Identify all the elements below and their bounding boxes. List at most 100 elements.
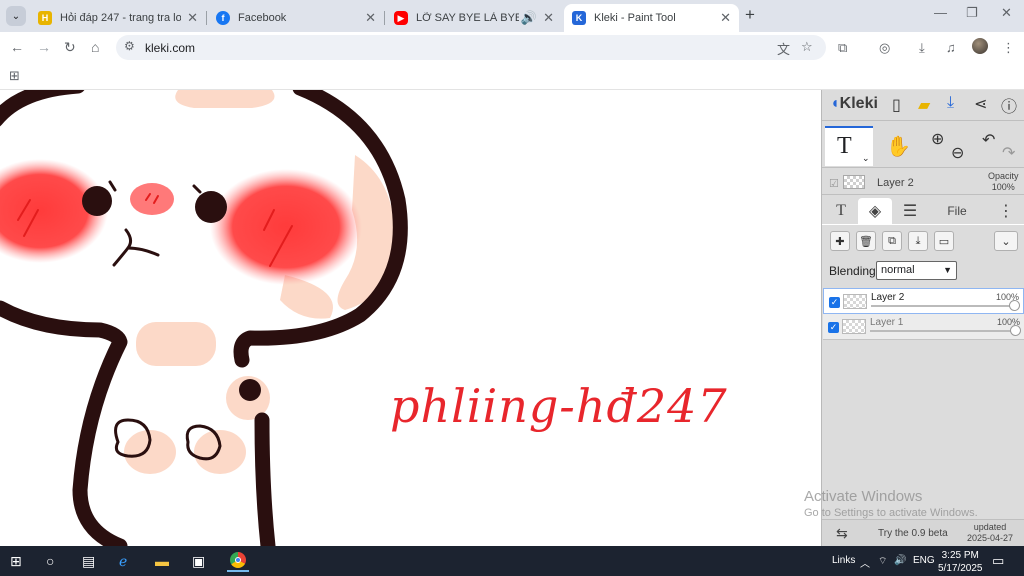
back-icon[interactable]: ← (10, 39, 24, 55)
expand-button[interactable]: ⌄ (994, 231, 1018, 251)
windows-start-icon[interactable]: ⊞ (10, 552, 22, 570)
notifications-icon[interactable]: ▭ (992, 553, 1004, 569)
file-explorer-icon[interactable]: ▬ (155, 552, 169, 570)
lens-icon[interactable]: ◎ (879, 40, 890, 56)
blush-right (210, 169, 362, 285)
volume-icon[interactable]: 🔊 (894, 555, 906, 566)
text-tool-icon: T (837, 133, 852, 159)
help-icon[interactable]: ⓘ (1001, 93, 1017, 117)
close-tab-icon[interactable]: ✕ (720, 10, 731, 26)
tab-adjustments[interactable]: ☰ (894, 198, 926, 224)
swap-side-icon[interactable]: ⇆ (836, 525, 848, 542)
layer-visible-checkbox[interactable]: ✓ (829, 297, 840, 308)
layer-visible-checkbox[interactable]: ☑ (829, 177, 839, 190)
close-tab-icon[interactable]: ✕ (187, 10, 198, 26)
character-outline (0, 90, 408, 546)
layers-icon: ◈ (868, 203, 882, 220)
layer-row-layer-1[interactable]: ✓ Layer 1 100% (823, 314, 1024, 340)
panel-footer: ⇆ Try the 0.9 beta updated 2025-04-27 (822, 519, 1024, 546)
tab-youtube[interactable]: ▶ LỠ SAY BYE LÀ BYE | LEMESE 🔊 ✕ (386, 4, 562, 32)
taskbar-clock[interactable]: 3:25 PM 5/17/2025 (938, 549, 983, 575)
store-icon[interactable]: ▣ (192, 552, 205, 570)
delete-layer-button[interactable]: 🗑 (856, 231, 876, 251)
tab-hoidap[interactable]: H Hỏi đáp 247 - trang tra loi ✕ (30, 4, 207, 32)
open-folder-icon[interactable]: ▰ (918, 95, 930, 115)
tab-search-dropdown-icon[interactable]: ⌄ (6, 6, 26, 26)
chrome-taskbar-icon[interactable] (227, 550, 249, 572)
current-layer-thumbnail (843, 175, 865, 189)
url-text[interactable]: kleki.com (145, 41, 195, 55)
undo-icon[interactable]: ↶ (982, 130, 995, 150)
home-icon[interactable]: ⌂ (91, 39, 99, 55)
rename-layer-button[interactable]: ▭ (934, 231, 954, 251)
kleki-logo-icon: ◖ (830, 95, 840, 112)
profile-avatar[interactable] (972, 38, 988, 54)
text-tool-tab[interactable]: T ⌄ (825, 126, 873, 166)
merge-down-button[interactable]: ⤓ (908, 231, 928, 251)
media-control-icon[interactable]: ♫ (946, 40, 956, 55)
try-beta-link[interactable]: Try the 0.9 beta (878, 528, 948, 539)
restore-icon[interactable]: ❐ (966, 5, 978, 21)
input-language[interactable]: ENG (913, 555, 935, 566)
wifi-icon[interactable]: ⌔ (878, 555, 887, 568)
apps-grid-icon[interactable]: ⊞ (9, 68, 20, 84)
add-layer-button[interactable]: ✚ (830, 231, 850, 251)
task-view-icon[interactable]: ▤ (82, 552, 95, 570)
download-icon[interactable]: ⤓ (919, 40, 925, 56)
tab-kleki[interactable]: K Kleki - Paint Tool ✕ (564, 4, 739, 32)
new-tab-icon[interactable]: + (745, 5, 755, 25)
address-bar[interactable]: ⚙ kleki.com 文 ☆ (116, 35, 826, 60)
redo-icon[interactable]: ↷ (1002, 143, 1015, 163)
duplicate-layer-button[interactable]: ⧉ (882, 231, 902, 251)
activate-windows-watermark: Activate Windows Go to Settings to activ… (804, 488, 978, 519)
chevron-down-icon[interactable]: ⌄ (862, 153, 870, 164)
blending-select[interactable]: normal ▼ (876, 261, 957, 280)
site-info-icon[interactable]: ⚙ (124, 39, 135, 53)
tab-facebook[interactable]: f Facebook ✕ (208, 4, 385, 32)
layer-thumbnail (842, 319, 866, 334)
share-icon[interactable]: ⋖ (974, 94, 987, 114)
audio-playing-icon[interactable]: 🔊 (521, 10, 537, 26)
opacity-slider[interactable] (871, 305, 1015, 307)
zoom-in-icon[interactable]: ⊕ (931, 129, 944, 149)
kleki-icon: K (572, 11, 586, 25)
canvas-artwork: phliing-hđ247 (0, 90, 727, 546)
drawing-canvas[interactable]: phliing-hđ247 (0, 90, 821, 546)
save-download-icon[interactable]: ⤓ (947, 94, 954, 112)
more-menu-icon[interactable]: ⋮ (994, 198, 1018, 224)
search-icon[interactable]: ○ (46, 552, 54, 570)
minimize-icon[interactable]: — (934, 5, 947, 20)
tray-chevron-icon[interactable]: ︿ (860, 555, 870, 570)
opacity-slider[interactable] (870, 330, 1016, 332)
close-tab-icon[interactable]: ✕ (543, 10, 554, 26)
head-patch (175, 90, 275, 108)
menu-kebab-icon[interactable]: ⋮ (1002, 40, 1015, 56)
translate-icon[interactable]: 文 (777, 39, 790, 58)
layer-visible-checkbox[interactable]: ✓ (828, 322, 839, 333)
bookmark-star-icon[interactable]: ☆ (801, 39, 813, 55)
close-tab-icon[interactable]: ✕ (365, 10, 376, 26)
windows-taskbar: ⊞ ○ ▤ ℯ ▬ ▣ Links ︿ ⌔ 🔊 ENG 3:25 PM 5/17… (0, 546, 1024, 576)
current-layer-name: Layer 2 (877, 177, 914, 189)
close-window-icon[interactable]: ✕ (1001, 5, 1012, 21)
links-toolbar[interactable]: Links (832, 555, 855, 566)
extensions-icon[interactable]: ⧉ (838, 40, 847, 56)
kleki-logo[interactable]: ◖Kleki (830, 95, 878, 113)
plus-icon: ✚ (835, 235, 845, 248)
layer-thumbnail (843, 294, 867, 309)
layer-row-layer-2[interactable]: ✓ Layer 2 100% (823, 288, 1024, 314)
new-image-icon[interactable]: ▯ (892, 95, 901, 115)
tab-file[interactable]: File (928, 198, 986, 224)
forward-icon[interactable]: → (37, 39, 51, 55)
opacity-slider-knob[interactable] (1010, 325, 1021, 336)
fist (239, 379, 261, 401)
tab-text-settings[interactable]: T (825, 198, 857, 224)
hand-tool-icon[interactable]: ✋ (886, 134, 911, 159)
opacity-slider-knob[interactable] (1009, 300, 1020, 311)
reload-icon[interactable]: ↻ (64, 39, 76, 56)
paw-patch-right (194, 430, 246, 474)
eye-right (195, 191, 227, 223)
edge-icon[interactable]: ℯ (119, 552, 127, 570)
zoom-out-icon[interactable]: ⊖ (951, 143, 964, 163)
tab-layers[interactable]: ◈ (858, 198, 892, 224)
